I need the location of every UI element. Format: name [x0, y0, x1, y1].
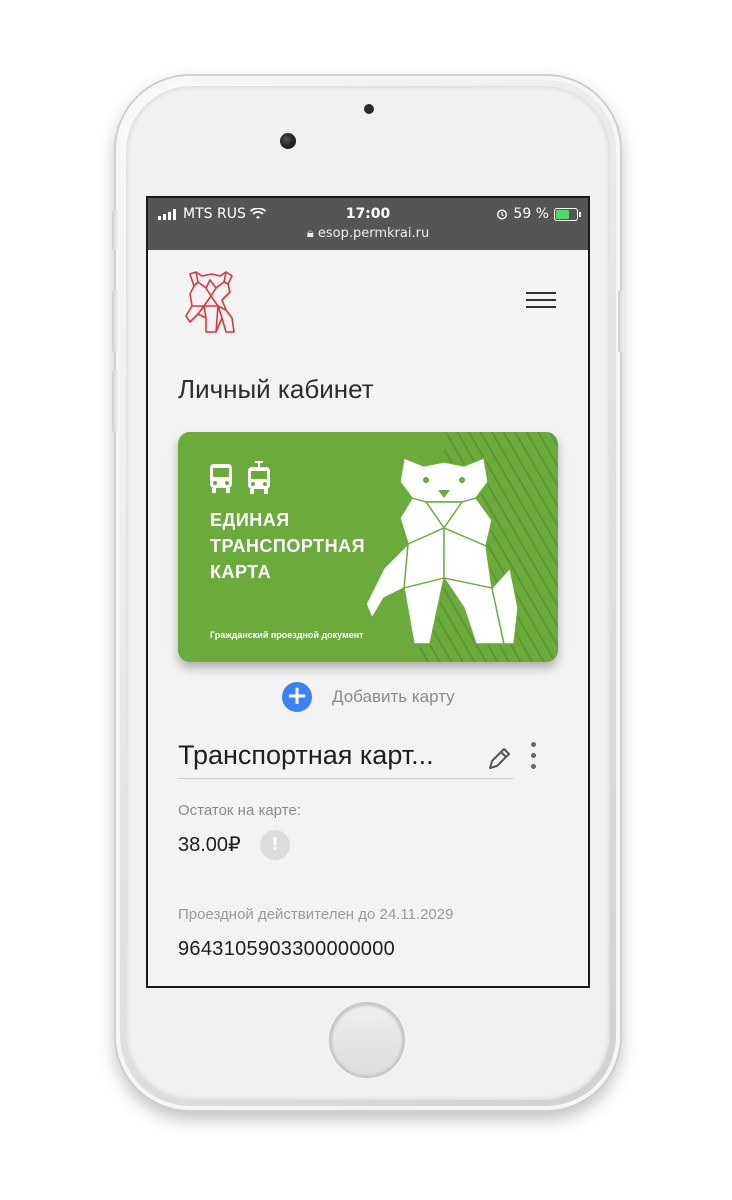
- hamburger-menu-icon[interactable]: [526, 292, 556, 312]
- card-subtitle: Гражданский проездной документ: [210, 630, 364, 640]
- status-right: 59 %: [496, 206, 581, 222]
- card-title-line-2: ТРАНСПОРТНАЯ: [210, 536, 366, 556]
- front-camera: [280, 133, 296, 149]
- balance-label: Остаток на карте:: [178, 802, 301, 819]
- url-text: esop.permkrai.ru: [317, 226, 430, 241]
- card-number: 9643105903300000000: [178, 938, 396, 960]
- card-name-field[interactable]: Транспортная карт...: [178, 740, 514, 779]
- balance-value: 38.00₽: [178, 834, 241, 856]
- bear-logo-icon[interactable]: [182, 270, 240, 336]
- bear-graphic-icon: [365, 457, 519, 645]
- tram-icon: [248, 461, 270, 494]
- card-title-line-3: КАРТА: [210, 562, 272, 582]
- battery-percent: 59 %: [513, 206, 549, 222]
- volume-down-button: [112, 370, 118, 432]
- add-card-button[interactable]: + Добавить карту: [282, 682, 455, 712]
- battery-icon: [554, 207, 581, 221]
- home-button[interactable]: [331, 1004, 403, 1076]
- plus-icon: +: [282, 682, 312, 712]
- lock-icon: 🔒︎: [306, 226, 314, 241]
- power-button: [618, 290, 624, 352]
- page-content: Личный кабинет ЕДИНАЯ ТРАНСПОРТНАЯ КАРТА…: [148, 250, 588, 986]
- address-bar[interactable]: 🔒︎ esop.permkrai.ru: [148, 226, 588, 241]
- more-options-icon[interactable]: [528, 742, 538, 772]
- info-icon[interactable]: !: [260, 830, 290, 860]
- pencil-edit-icon[interactable]: [484, 744, 514, 774]
- transport-card-image[interactable]: ЕДИНАЯ ТРАНСПОРТНАЯ КАРТА Гражданский пр…: [178, 432, 558, 662]
- validity-text: Проездной действителен до 24.11.2029: [178, 906, 454, 923]
- card-title-line-1: ЕДИНАЯ: [210, 510, 290, 530]
- add-card-label: Добавить карту: [332, 687, 455, 706]
- volume-up-button: [112, 290, 118, 352]
- page-title: Личный кабинет: [178, 374, 374, 404]
- status-bar: MTS RUS 17:00 59 % 🔒︎ esop.permkrai.ru: [148, 198, 588, 250]
- silent-switch: [112, 210, 118, 250]
- screen: MTS RUS 17:00 59 % 🔒︎ esop.permkrai.ru Л…: [146, 196, 590, 988]
- bus-icon: [210, 464, 232, 493]
- alarm-icon: [497, 209, 508, 220]
- sensor-dot: [364, 104, 374, 114]
